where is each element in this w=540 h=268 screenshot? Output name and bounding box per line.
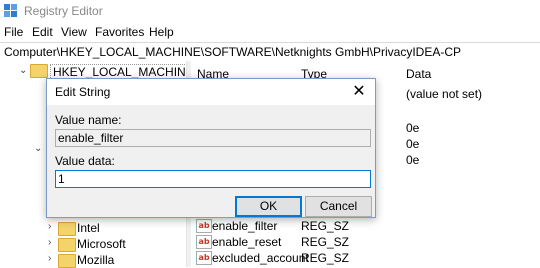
folder-icon: [58, 222, 76, 236]
chevron-right-icon[interactable]: ›: [48, 237, 51, 248]
value-data: 0e: [406, 137, 420, 151]
value-type: REG_SZ: [301, 219, 350, 233]
cancel-button[interactable]: Cancel: [305, 196, 372, 217]
column-header-data[interactable]: Data: [406, 67, 431, 81]
edit-string-dialog: Edit String ✕ Value name: enable_filter …: [46, 78, 376, 218]
folder-icon: [58, 238, 76, 252]
address-bar[interactable]: Computer\HKEY_LOCAL_MACHINE\SOFTWARE\Net…: [0, 42, 540, 62]
tree-item-intel[interactable]: Intel: [77, 221, 100, 235]
menu-file[interactable]: File: [4, 25, 23, 39]
chevron-down-icon[interactable]: ⌄: [34, 143, 42, 154]
menu-bar: File Edit View Favorites Help: [0, 22, 540, 42]
value-name[interactable]: excluded_account: [212, 251, 309, 265]
chevron-right-icon[interactable]: ›: [48, 253, 51, 264]
title-bar: Registry Editor: [0, 0, 540, 22]
chevron-down-icon[interactable]: ⌄: [19, 65, 27, 76]
menu-help[interactable]: Help: [149, 25, 174, 39]
address-path: Computer\HKEY_LOCAL_MACHINE\SOFTWARE\Net…: [4, 45, 462, 59]
window-title: Registry Editor: [24, 4, 103, 18]
dialog-title-bar: Edit String ✕: [47, 79, 375, 105]
value-name[interactable]: enable_filter: [212, 219, 277, 233]
value-data: 0e: [406, 121, 420, 135]
value-name-label: Value name:: [55, 113, 122, 127]
default-value-data: (value not set): [406, 87, 483, 101]
menu-edit[interactable]: Edit: [32, 25, 53, 39]
value-name-field: enable_filter: [55, 129, 371, 147]
folder-icon: [30, 64, 48, 78]
registry-editor-icon: [4, 4, 17, 17]
value-data-input[interactable]: 1: [55, 170, 371, 188]
value-type: REG_SZ: [301, 251, 350, 265]
tree-item-microsoft[interactable]: Microsoft: [77, 237, 126, 251]
string-value-icon: ab: [196, 235, 212, 249]
string-value-icon: ab: [196, 251, 212, 265]
close-icon[interactable]: ✕: [349, 82, 369, 102]
dialog-title: Edit String: [55, 85, 111, 99]
menu-view[interactable]: View: [61, 25, 87, 39]
chevron-right-icon[interactable]: ›: [48, 221, 51, 232]
value-type: REG_SZ: [301, 235, 350, 249]
string-value-icon: ab: [196, 219, 212, 233]
value-name[interactable]: enable_reset: [212, 235, 281, 249]
menu-favorites[interactable]: Favorites: [95, 25, 144, 39]
value-data: 0e: [406, 153, 420, 167]
tree-item-mozilla[interactable]: Mozilla: [77, 253, 114, 267]
value-data-label: Value data:: [55, 154, 115, 168]
folder-icon: [58, 254, 76, 268]
ok-button[interactable]: OK: [235, 196, 302, 217]
